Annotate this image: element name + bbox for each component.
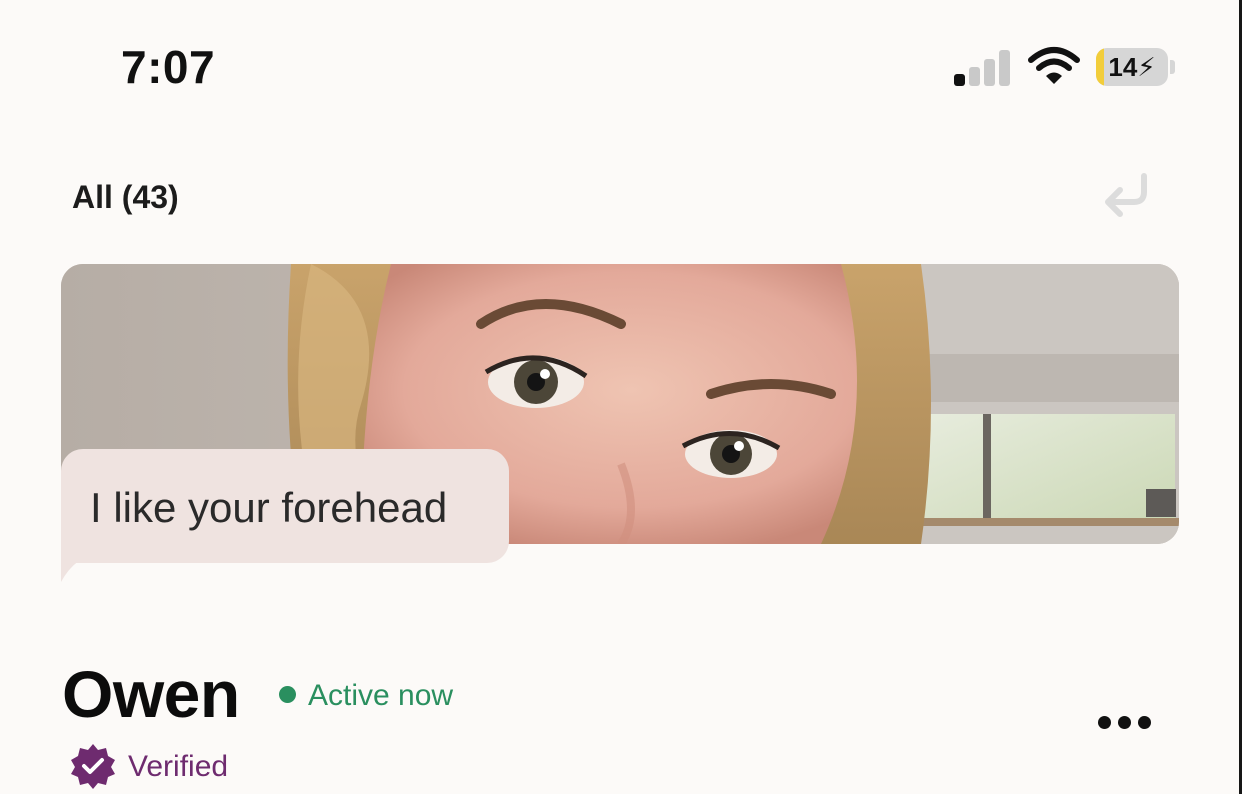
profile-name: Owen bbox=[62, 657, 240, 731]
battery-level: 14⚡ bbox=[1108, 52, 1156, 82]
match-screen: 7:07 14⚡ All (43) I like your forehead O… bbox=[0, 0, 1242, 794]
active-status-dot bbox=[279, 686, 296, 703]
comment-text: I like your forehead bbox=[90, 484, 448, 531]
comment-bubble-tail bbox=[61, 552, 101, 582]
battery-icon: 14⚡ bbox=[1096, 48, 1168, 86]
filter-all-button[interactable]: All (43) bbox=[72, 179, 179, 216]
status-time: 7:07 bbox=[121, 41, 216, 93]
more-dots-icon[interactable] bbox=[1094, 712, 1156, 734]
active-status-text: Active now bbox=[308, 679, 454, 712]
charging-bolt-icon: ⚡ bbox=[1137, 52, 1156, 82]
cellular-signal-icon bbox=[954, 50, 1010, 86]
wifi-icon bbox=[1028, 47, 1080, 84]
verified-label: Verified bbox=[128, 750, 229, 783]
battery-nub bbox=[1170, 60, 1175, 74]
verified-badge-icon bbox=[71, 744, 115, 789]
undo-arrow-icon[interactable] bbox=[1100, 170, 1156, 222]
